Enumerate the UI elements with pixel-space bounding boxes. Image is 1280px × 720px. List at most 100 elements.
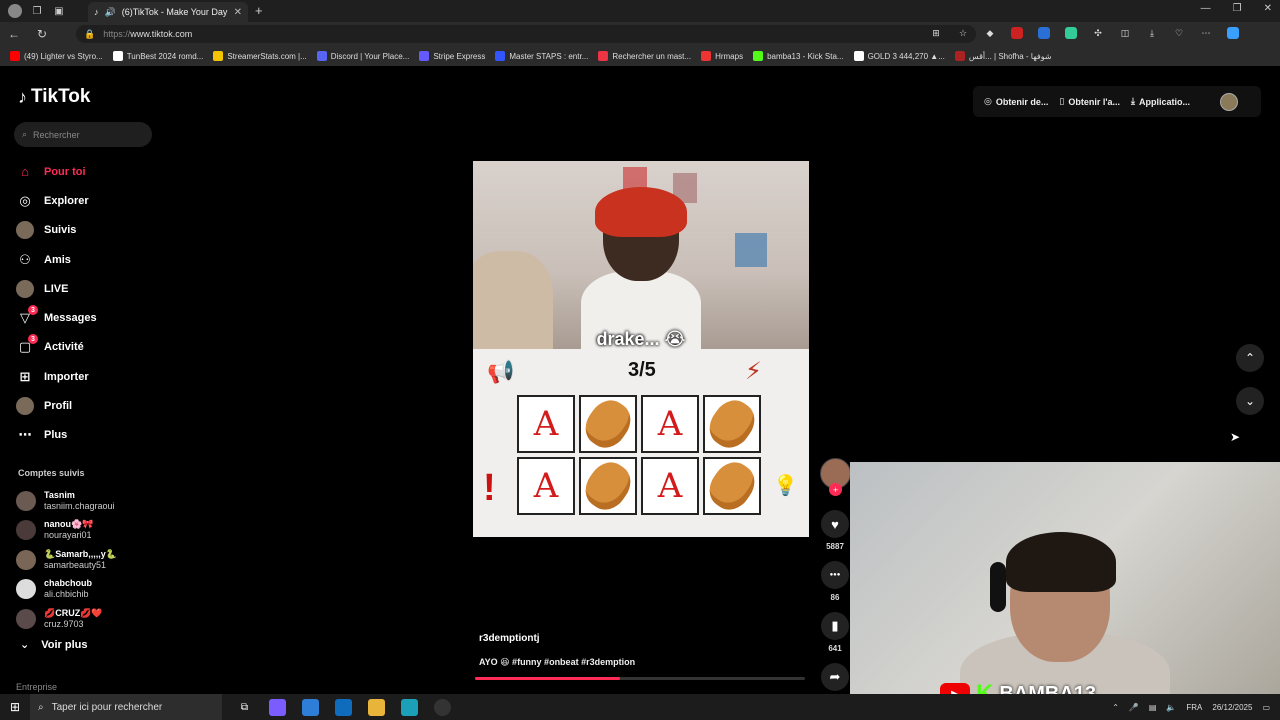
copilot-app-icon[interactable] — [269, 698, 286, 716]
sidebar-item-messages[interactable]: ▽ 3 Messages — [16, 303, 156, 332]
sidebar-item-suivis[interactable]: Suivis — [16, 216, 156, 245]
sidebar-item-label: Amis — [44, 253, 71, 266]
sidebar-item-live[interactable]: LIVE — [16, 274, 156, 303]
bookmark-item[interactable]: TunBest 2024 romd... — [112, 51, 203, 61]
tab-tiktok[interactable]: ♪ 🔊 (6)TikTok - Make Your Day ✕ — [88, 2, 248, 22]
user-avatar[interactable] — [1219, 92, 1238, 111]
profile-avatar-icon — [16, 397, 34, 416]
windows-taskbar: ⊞ ⌕ Taper ici pour rechercher ⧉ ⌃ 🎤 ▤ 🔈 … — [0, 694, 1280, 720]
profile-icon[interactable] — [8, 4, 22, 18]
audio-icon[interactable]: 🔊 — [105, 7, 116, 18]
sidebar-item-profil[interactable]: Profil — [16, 391, 156, 420]
video-author[interactable]: r3demptiontj — [479, 633, 540, 644]
bookmark-icon[interactable]: ▮ — [821, 612, 849, 640]
avatar — [16, 520, 36, 541]
sidebar-item-activit[interactable]: ▢ 3 Activité — [16, 333, 156, 362]
following-account[interactable]: 🐍Samarb,,,,,y🐍 samarbeauty51 — [16, 545, 117, 575]
app-available-icon[interactable]: ⊞ — [930, 27, 942, 39]
top-action-button[interactable]: ⤓ Applicatio... — [1131, 96, 1190, 107]
maximize-icon[interactable]: ❐ — [1233, 3, 1242, 14]
downloads-icon[interactable]: ⤓ — [1146, 27, 1158, 39]
sidebar-item-importer[interactable]: ⊞ Importer — [16, 362, 156, 391]
friends-icon: ⚇ — [19, 251, 31, 267]
sidebar-item-amis[interactable]: ⚇ Amis — [16, 245, 156, 274]
extensions-puzzle-icon[interactable]: ✣ — [1092, 27, 1104, 39]
bookmark-item[interactable]: GOLD 3 444,270 ▲... — [853, 51, 945, 61]
file-explorer-icon[interactable] — [368, 698, 385, 716]
previous-video-icon[interactable]: ⌃ — [1236, 344, 1264, 372]
account-handle: samarbeauty51 — [44, 559, 107, 570]
bookmark-item[interactable]: Stripe Express — [419, 51, 485, 61]
task-view-icon[interactable]: ⧉ — [236, 699, 253, 716]
sidebar-item-pourtoi[interactable]: ⌂ Pour toi — [16, 157, 156, 186]
bookmark-item[interactable]: أقس... | Shofha - شوفها — [954, 51, 1052, 61]
puzzle-score: 3/5 — [628, 359, 656, 381]
mail-icon[interactable] — [335, 698, 352, 716]
extension-blue-icon[interactable] — [1038, 27, 1050, 39]
split-screen-icon[interactable]: ◫ — [1119, 27, 1131, 39]
bookmark-item[interactable]: Discord | Your Place... — [316, 51, 409, 61]
new-tab-icon[interactable]: + — [255, 3, 263, 18]
copilot-icon[interactable] — [1227, 27, 1239, 39]
obs-icon[interactable] — [434, 698, 451, 716]
bookmark-item[interactable]: (49) Lighter vs Styro... — [10, 51, 103, 61]
heart-icon[interactable]: ♥ — [821, 510, 849, 538]
search-input[interactable]: ⌕ Rechercher — [14, 122, 152, 147]
bookmark-item[interactable]: StreamerStats.com |... — [213, 51, 307, 61]
extension-diamond-icon[interactable]: ◆ — [984, 27, 996, 39]
sidebar-item-explorer[interactable]: ◎ Explorer — [16, 186, 156, 215]
tiktok-logo[interactable]: ♪ TikTok — [18, 86, 90, 108]
volume-icon[interactable]: 🔈 — [1166, 703, 1176, 712]
back-icon[interactable]: ← — [0, 27, 28, 41]
menu-dots-icon[interactable]: ⋯ — [1200, 27, 1212, 39]
extension-red-icon[interactable] — [1011, 27, 1023, 39]
bookmark-item[interactable]: bamba13 - Kick Sta... — [753, 51, 844, 61]
favorite-star-icon[interactable]: ☆ — [957, 27, 969, 39]
clock-date[interactable]: 26/12/2025 — [1212, 703, 1252, 712]
share-icon[interactable]: ➦ — [821, 663, 849, 691]
bookmark-item[interactable]: Rechercher un mast... — [598, 51, 691, 61]
voir-plus-button[interactable]: ⌄ Voir plus — [20, 638, 87, 652]
windows-start-icon[interactable]: ⊞ — [0, 700, 30, 714]
streamer-hair — [1006, 532, 1116, 592]
following-account[interactable]: nanou🌸🎀 nourayari01 — [16, 516, 117, 546]
comment-icon[interactable]: ●●● — [821, 561, 849, 589]
bookmark-favicon-icon — [853, 51, 864, 61]
sidebar-item-plus[interactable]: ⋯ Plus — [16, 421, 156, 450]
address-bar-row: ← ↻ 🔒 https://www.tiktok.com ⊞ ☆ ◆ ✣ ◫ ⤓… — [0, 22, 1280, 46]
language-label[interactable]: FRA — [1186, 703, 1202, 712]
follow-plus-icon[interactable]: + — [829, 483, 842, 496]
notifications-icon[interactable]: ▭ — [1262, 703, 1270, 712]
close-tab-icon[interactable]: ✕ — [234, 7, 242, 18]
refresh-icon[interactable]: ↻ — [28, 27, 56, 41]
tray-chevron-icon[interactable]: ⌃ — [1112, 703, 1119, 712]
following-account[interactable]: 💋CRUZ💋❤️ cruz.9703 — [16, 604, 117, 634]
edge-icon[interactable] — [401, 698, 418, 716]
entreprise-link[interactable]: Entreprise — [16, 682, 57, 692]
video-progress-bar[interactable] — [475, 677, 805, 680]
top-action-button[interactable]: ◎ Obtenir de... — [984, 96, 1048, 107]
url-field[interactable]: 🔒 https://www.tiktok.com — [76, 25, 976, 43]
minimize-icon[interactable]: — — [1201, 3, 1211, 14]
bookmark-item[interactable]: Hrmaps — [701, 51, 743, 61]
following-account[interactable]: chabchoub ali.chbichib — [16, 575, 117, 605]
url-protocol: https:// — [103, 29, 131, 39]
store-icon[interactable] — [302, 698, 319, 716]
webcam-overlay: ▶ K BAMBA13 — [850, 462, 1280, 704]
workspaces-icon[interactable]: ❐ — [30, 4, 44, 18]
more-icon: ⋯ — [18, 427, 32, 443]
following-account[interactable]: Tasnim tasniim.chagraoui — [16, 486, 117, 516]
taskbar-search[interactable]: ⌕ Taper ici pour rechercher — [30, 694, 222, 720]
search-icon: ⌕ — [38, 701, 44, 713]
tab-actions-icon[interactable]: ▣ — [52, 4, 66, 18]
puzzle-letter: A — [533, 404, 559, 444]
bookmark-item[interactable]: Master STAPS : entr... — [495, 51, 588, 61]
next-video-icon[interactable]: ⌄ — [1236, 387, 1264, 415]
top-action-button[interactable]: ▯ Obtenir l'a... — [1059, 96, 1120, 107]
network-icon[interactable]: ▤ — [1149, 703, 1157, 712]
extension-green-icon[interactable] — [1065, 27, 1077, 39]
performance-icon[interactable]: ♡ — [1173, 27, 1185, 39]
mic-icon[interactable]: 🎤 — [1129, 703, 1139, 712]
close-window-icon[interactable]: ✕ — [1264, 3, 1272, 14]
video-player[interactable]: drake... 😭 📢 3/5 ⚡ ! 💡 AAAA — [473, 161, 809, 537]
